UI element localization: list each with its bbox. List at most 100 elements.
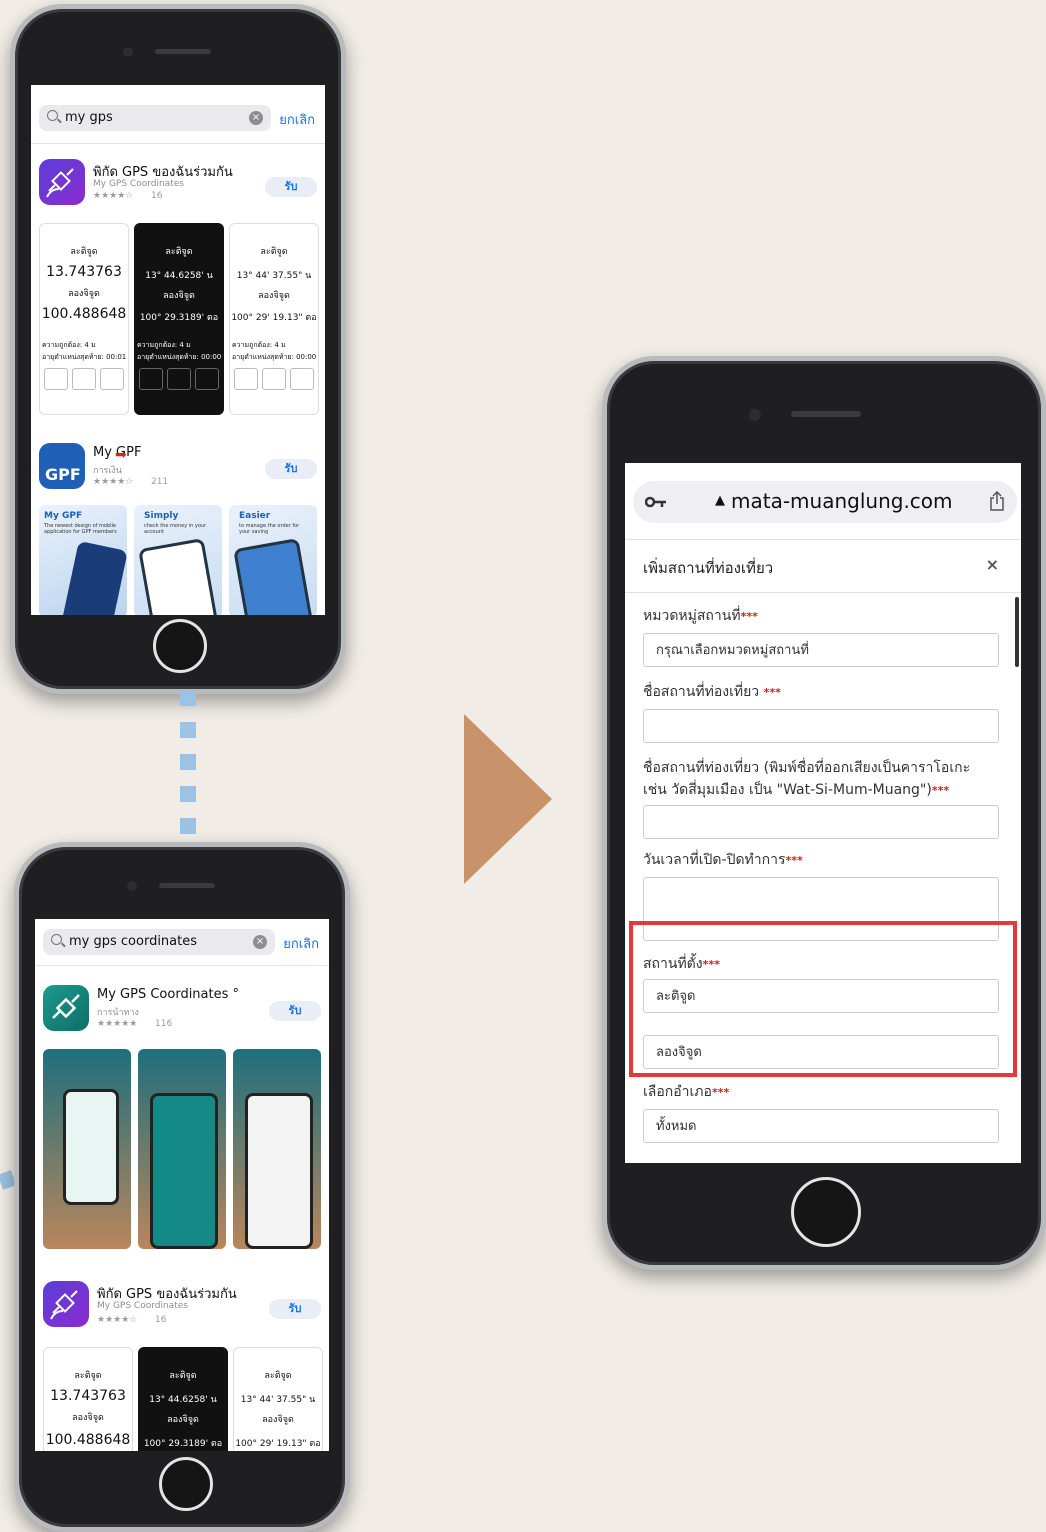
promo-image[interactable]: My GPF The newest design of mobile appli… [39, 505, 127, 615]
longitude-value: 100° 29.3189' ตอ [139, 313, 219, 323]
accuracy-text: ความถูกต้อง: 4 ม [232, 341, 286, 349]
longitude-label: ลองจิจูด [72, 1413, 104, 1423]
gps-app-icon[interactable] [43, 1281, 89, 1327]
app-screenshot[interactable]: ละติจูด 13° 44' 37.55" น ลองจิจูด 100° 2… [233, 1347, 323, 1451]
search-bar[interactable]: my gps × [39, 105, 271, 131]
get-button[interactable]: รับ [265, 177, 317, 197]
updated-text: อายุตำแหน่งสุดท้าย: 00:00 [232, 353, 317, 361]
rating-stars: ★★★★☆ [93, 191, 134, 201]
app1-name[interactable]: My GPS Coordinates ° [97, 987, 239, 1002]
search-input[interactable]: my gps coordinates [69, 934, 197, 949]
promo-image[interactable] [43, 1049, 131, 1249]
gps-app-icon[interactable] [39, 159, 85, 205]
latitude-label: ละติจูด [260, 247, 288, 257]
home-button[interactable] [153, 619, 207, 673]
modal-title: เพิ่มสถานที่ท่องเที่ยว [643, 559, 774, 577]
app1-subtitle: การนำทาง [97, 1008, 139, 1018]
latitude-label: ละติจูด [264, 1371, 292, 1381]
speaker [159, 883, 215, 888]
app-screenshot[interactable]: ละติจูด 13° 44.6258' น ลองจิจูด 100° 29.… [134, 223, 224, 415]
gps-coordinates-app-icon[interactable] [43, 985, 89, 1031]
app-screenshot[interactable]: ละติจูด 13.743763 ลองจิจูด 100.488648 คว… [39, 223, 129, 415]
phone-2: my gps coordinates × ยกเลิก My GPS Coord… [14, 842, 350, 1532]
longitude-label: ลองจิจูด [167, 1415, 199, 1425]
scrollbar[interactable] [1015, 597, 1019, 667]
promo-image[interactable] [138, 1049, 226, 1249]
cancel-button[interactable]: ยกเลิก [283, 933, 319, 954]
app2-subtitle: My GPS Coordinates [97, 1301, 188, 1311]
latitude-value: 13° 44.6258' น [149, 1395, 217, 1405]
promo-text: The newest design of mobile application … [44, 523, 117, 535]
latitude-label: ละติจูด [74, 1371, 102, 1381]
search-input[interactable]: my gps [65, 110, 113, 125]
home-button[interactable] [791, 1177, 861, 1247]
accuracy-text: ความถูกต้อง: 4 ม [137, 341, 191, 349]
gpf-icon-text: GPF [45, 465, 81, 484]
app-store-screen: my gps coordinates × ยกเลิก My GPS Coord… [35, 919, 329, 1451]
latitude-value: 13° 44' 37.55" น [236, 271, 312, 281]
app-screenshot[interactable]: ละติจูด 13° 44.6258' น ลองจิจูด 100° 29.… [138, 1347, 228, 1451]
karaoke-name-input[interactable] [643, 805, 999, 839]
promo-text: to manage the order for your saving [239, 523, 300, 535]
category-select[interactable]: กรุณาเลือกหมวดหมู่สถานที่ [643, 633, 999, 667]
share-icons [139, 368, 219, 390]
connector-dash [180, 722, 196, 738]
search-bar[interactable]: my gps coordinates × [43, 929, 275, 955]
latitude-value: 13.743763 [50, 1388, 126, 1404]
longitude-label: ลองจิจูด [163, 291, 195, 301]
lock-triangle-icon: ▲ [715, 493, 725, 508]
longitude-value: 100.488648 [41, 306, 127, 322]
share-icons [44, 368, 124, 390]
get-button[interactable]: รับ [269, 1001, 321, 1021]
front-camera [749, 409, 761, 421]
district-select[interactable]: ทั้งหมด [643, 1109, 999, 1143]
web-form-screen: ▲ mata-muanglung.com เพิ่มสถานที่ท่องเที… [625, 463, 1021, 1163]
phone-mockup [138, 537, 220, 615]
get-button[interactable]: รับ [265, 459, 317, 479]
category-label: หมวดหมู่สถานที่*** [643, 608, 758, 624]
divider [35, 965, 329, 966]
speaker [791, 411, 861, 417]
modal-header: เพิ่มสถานที่ท่องเที่ยว × [625, 539, 1021, 593]
promo-image[interactable]: Simply check the money in your account [134, 505, 222, 615]
front-camera [127, 881, 137, 891]
url-text[interactable]: mata-muanglung.com [731, 489, 953, 513]
longitude-value: 100.488648 [45, 1432, 131, 1448]
rating-stars: ★★★★☆ [97, 1315, 138, 1325]
app-screenshot[interactable]: ละติจูด 13.743763 ลองจิจูด 100.488648 [43, 1347, 133, 1451]
home-button[interactable] [159, 1457, 213, 1511]
get-button[interactable]: รับ [269, 1299, 321, 1319]
clear-icon[interactable]: × [253, 935, 267, 949]
latitude-value: 13.743763 [46, 264, 122, 280]
promo-text: check the money in your account [144, 523, 207, 535]
rating-count: 116 [155, 1019, 173, 1029]
karaoke-name-label: ชื่อสถานที่ท่องเที่ยว (พิมพ์ชื่อที่ออกเส… [643, 760, 971, 798]
app1-subtitle: My GPS Coordinates [93, 179, 184, 189]
latitude-value: 13° 44' 37.55" น [240, 1395, 316, 1405]
cancel-button[interactable]: ยกเลิก [279, 109, 315, 130]
phone-1: my gps × ยกเลิก พิกัด GPS ของฉันร่วมกัน … [10, 4, 346, 694]
speaker [155, 49, 211, 54]
latitude-label: ละติจูด [165, 247, 193, 257]
url-bar[interactable]: ▲ mata-muanglung.com [633, 481, 1017, 523]
search-icon [51, 934, 62, 945]
promo-image[interactable]: Easier to manage the order for your savi… [229, 505, 317, 615]
close-button[interactable]: × [986, 555, 999, 574]
longitude-label: ลองจิจูด [262, 1415, 294, 1425]
promo-image[interactable] [233, 1049, 321, 1249]
search-icon [47, 110, 58, 121]
divider [31, 143, 325, 144]
district-label: เลือกอำเภอ*** [643, 1084, 730, 1100]
longitude-value: 100° 29' 19.13" ตอ [235, 1439, 321, 1449]
latitude-value: 13° 44.6258' น [145, 271, 213, 281]
app-screenshot[interactable]: ละติจูด 13° 44' 37.55" น ลองจิจูด 100° 2… [229, 223, 319, 415]
promo-title: Simply [144, 511, 179, 521]
gpf-app-icon[interactable]: GPF [39, 443, 85, 489]
clear-icon[interactable]: × [249, 111, 263, 125]
key-icon [645, 496, 666, 508]
place-name-input[interactable] [643, 709, 999, 743]
phone-mockup [150, 1093, 218, 1249]
share-icon[interactable] [989, 491, 1005, 511]
connector-dash [180, 690, 196, 706]
promo-title: My GPF [44, 511, 83, 521]
